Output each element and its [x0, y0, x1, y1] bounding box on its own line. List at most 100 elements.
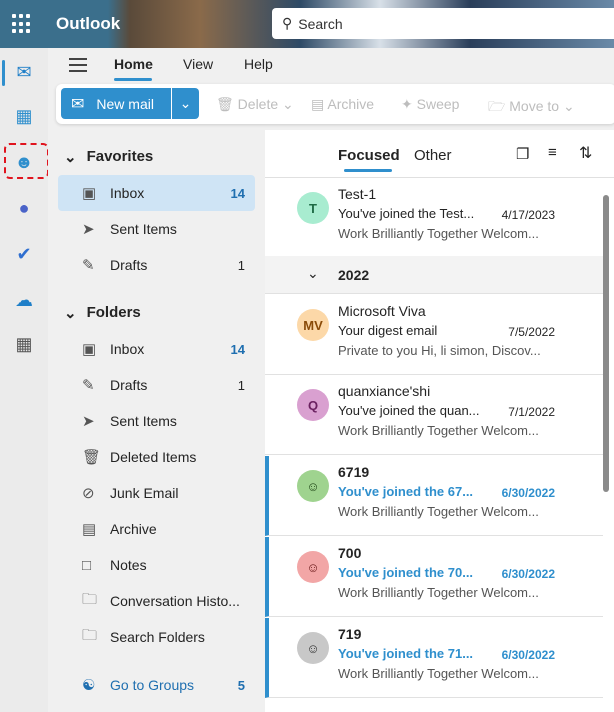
mail-icon: ✉ — [71, 95, 85, 113]
avatar: MV — [297, 309, 329, 341]
avatar: ☺ — [297, 470, 329, 502]
apps-icon[interactable]: ▦ — [12, 332, 36, 356]
avatar: T — [297, 192, 329, 224]
search-placeholder: Search — [298, 15, 343, 32]
date: 7/1/2022 — [508, 405, 555, 419]
preview: Work Brilliantly Together Welcom... — [338, 504, 539, 519]
subject: You've joined the Test... — [338, 206, 475, 221]
move-to-button[interactable]: 🗁 Move to ⌄ — [488, 96, 575, 120]
ribbon-toolbar: ✉ New mail ⌄ 🗑 Delete ⌄ ▤ Archive ✦ Swee… — [56, 84, 614, 124]
app-launcher-icon[interactable] — [12, 14, 32, 34]
folders-header[interactable]: ⌄ Folders — [64, 304, 141, 322]
subject: You've joined the 71... — [338, 646, 474, 661]
list-header: Focused Other ❐ ≡ ⇅ — [265, 130, 614, 178]
date: 7/5/2022 — [508, 325, 555, 339]
message-item[interactable]: ☺ 719 You've joined the 71... 6/30/2022 … — [265, 618, 603, 698]
favorite-drafts[interactable]: ✎ Drafts 1 — [58, 247, 255, 283]
junk-icon: ⊘ — [82, 485, 95, 502]
mail-icon[interactable]: ✉ — [12, 60, 36, 84]
search-input[interactable]: ⚲ Search — [272, 8, 614, 39]
folder-junk-email[interactable]: ⊘ Junk Email — [58, 475, 255, 511]
subject: You've joined the 70... — [338, 565, 474, 580]
header-bar: Outlook ⚲ Search — [0, 0, 614, 48]
new-mail-button[interactable]: ✉ New mail ⌄ — [61, 88, 199, 119]
subject: You've joined the quan... — [338, 403, 480, 418]
sender: 6719 — [338, 464, 370, 480]
message-item[interactable]: T Test-1 You've joined the Test... 4/17/… — [265, 178, 603, 258]
preview: Private to you Hi, li simon, Discov... — [338, 343, 541, 358]
date: 6/30/2022 — [501, 567, 555, 581]
avatar: Q — [297, 389, 329, 421]
folder-deleted-items[interactable]: 🗑 Deleted Items — [58, 439, 255, 475]
preview: Work Brilliantly Together Welcom... — [338, 423, 539, 438]
folder-pane: ⌄ Favorites ▣ Inbox 14 ➤ Sent Items ✎ Drafts 1… — [48, 130, 265, 712]
tab-focused[interactable]: Focused — [338, 147, 400, 164]
pencil-icon: ✎ — [82, 257, 95, 274]
onedrive-icon[interactable]: ☁ — [12, 288, 36, 312]
date: 6/30/2022 — [501, 486, 555, 500]
pencil-icon: ✎ — [82, 377, 95, 394]
nav-tabs: Home View Help — [48, 48, 614, 84]
preview: Work Brilliantly Together Welcom... — [338, 585, 539, 600]
teams-icon[interactable]: ● — [12, 196, 36, 220]
archive-icon: ▤ — [82, 521, 97, 538]
sender: Microsoft Viva — [338, 303, 426, 319]
folder-search-folders[interactable]: 🗀 Search Folders — [58, 619, 255, 655]
send-icon: ➤ — [82, 413, 95, 430]
folder-icon: 🗀 — [82, 590, 98, 608]
new-mail-label: New mail — [96, 95, 154, 112]
avatar: ☺ — [297, 632, 329, 664]
go-to-groups-link[interactable]: ☯ Go to Groups 5 — [58, 667, 255, 703]
folder-archive[interactable]: ▤ Archive — [58, 511, 255, 547]
message-item[interactable]: ☺ 6719 You've joined the 67... 6/30/2022… — [265, 456, 603, 536]
group-header-2022[interactable]: ⌄ 2022 — [265, 256, 603, 294]
message-list: Focused Other ❐ ≡ ⇅ T Test-1 You've join… — [265, 130, 614, 712]
preview: Work Brilliantly Together Welcom... — [338, 226, 539, 241]
people-highlight — [4, 143, 49, 179]
inbox-icon: ▣ — [82, 341, 97, 358]
preview: Work Brilliantly Together Welcom... — [338, 666, 539, 681]
message-item[interactable]: MV Microsoft Viva Your digest email 7/5/… — [265, 295, 603, 375]
menu-icon[interactable] — [69, 58, 87, 76]
search-folder-icon: 🗀 — [82, 626, 98, 644]
folder-drafts[interactable]: ✎ Drafts 1 — [58, 367, 255, 403]
sweep-button[interactable]: ✦ Sweep — [401, 96, 459, 113]
sender: 700 — [338, 545, 362, 561]
todo-icon[interactable]: ✔ — [12, 242, 36, 266]
sort-icon[interactable]: ⇅ — [579, 143, 592, 163]
trash-icon: 🗑 — [82, 449, 102, 466]
sender: 719 — [338, 626, 362, 642]
chevron-down-icon[interactable]: ⌄ — [171, 88, 199, 119]
favorites-header[interactable]: ⌄ Favorites — [64, 148, 153, 166]
date: 4/17/2023 — [501, 208, 555, 222]
archive-button[interactable]: ▤ Archive — [311, 96, 374, 113]
calendar-icon[interactable]: ▦ — [12, 104, 36, 128]
scrollbar[interactable] — [603, 195, 609, 492]
tab-help[interactable]: Help — [244, 56, 273, 72]
groups-icon: ☯ — [82, 677, 96, 694]
date: 6/30/2022 — [501, 648, 555, 662]
note-icon: □ — [82, 556, 92, 574]
select-icon[interactable]: ❐ — [516, 145, 529, 163]
favorite-inbox[interactable]: ▣ Inbox 14 — [58, 175, 255, 211]
tab-home[interactable]: Home — [114, 56, 153, 72]
folder-notes[interactable]: □ Notes — [58, 547, 255, 583]
tab-other[interactable]: Other — [414, 147, 452, 164]
subject: Your digest email — [338, 323, 438, 338]
app-title: Outlook — [56, 14, 121, 33]
sender: quanxiance'shi — [338, 383, 431, 399]
send-icon: ➤ — [82, 221, 95, 238]
filter-icon[interactable]: ≡ — [548, 144, 557, 161]
tab-view[interactable]: View — [183, 56, 213, 72]
inbox-icon: ▣ — [82, 185, 97, 202]
message-item[interactable]: Q quanxiance'shi You've joined the quan.… — [265, 375, 603, 455]
folder-conversation-history[interactable]: 🗀 Conversation Histo... — [58, 583, 255, 619]
favorite-sent-items[interactable]: ➤ Sent Items — [58, 211, 255, 247]
search-icon: ⚲ — [282, 15, 293, 31]
delete-button[interactable]: 🗑 Delete ⌄ — [216, 96, 294, 113]
folder-inbox[interactable]: ▣ Inbox 14 — [58, 331, 255, 367]
folder-sent-items[interactable]: ➤ Sent Items — [58, 403, 255, 439]
subject: You've joined the 67... — [338, 484, 474, 499]
message-item[interactable]: ☺ 700 You've joined the 70... 6/30/2022 … — [265, 537, 603, 617]
sender: Test-1 — [338, 186, 377, 202]
